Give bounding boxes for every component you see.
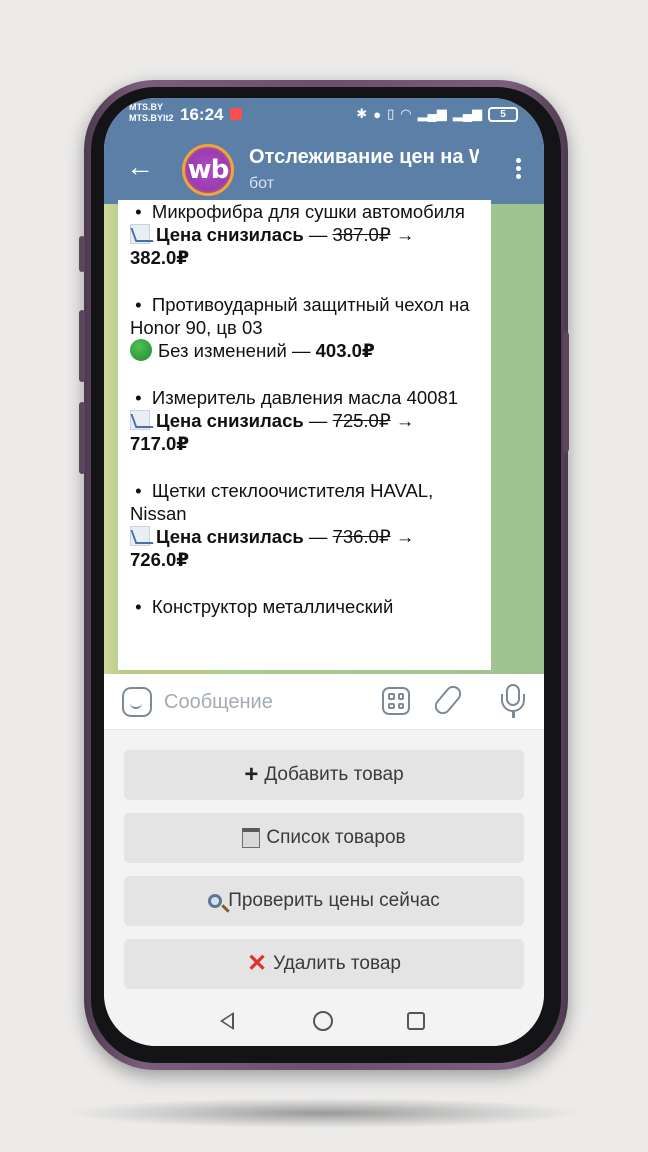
avatar[interactable]: wb <box>182 144 234 196</box>
item-list-button[interactable]: Список товаров <box>124 813 524 863</box>
wifi-icon: ◠ <box>400 106 412 121</box>
cross-mark-icon: ✕ <box>247 950 268 977</box>
microphone-icon[interactable] <box>501 682 525 722</box>
chat-area[interactable]: • Микрофибра для сушки автомобиля Цена с… <box>104 200 544 762</box>
phone-screen: MTS.BY MTS.BYlt2 16:24 ✱ ● ▯ ◠ ▂▄▆ ▂▄▆ 5… <box>104 98 544 1046</box>
item-status: Цена снизилась <box>156 410 304 431</box>
magnifier-icon <box>208 894 223 908</box>
carrier-2: MTS.BYlt2 <box>129 113 174 123</box>
new-price: 726.0₽ <box>130 549 190 570</box>
plus-icon: + <box>244 761 259 788</box>
nav-home-icon[interactable] <box>313 1011 333 1031</box>
paperclip-icon[interactable] <box>431 682 465 718</box>
new-price: 717.0₽ <box>130 433 190 454</box>
old-price: 725.0₽ <box>332 410 391 431</box>
system-nav-bar <box>104 1000 544 1046</box>
nav-back-icon[interactable] <box>220 1012 234 1030</box>
check-prices-label: Проверить цены сейчас <box>228 890 440 911</box>
avatar-text: wb <box>187 155 230 185</box>
side-button <box>79 236 85 272</box>
clipboard-icon <box>242 828 261 848</box>
item-list-label: Список товаров <box>266 827 406 848</box>
location-icon: ● <box>373 106 382 122</box>
chat-header: ← wb Отслеживание цен на WB бот <box>104 132 544 204</box>
signal-icon: ▂▄▆ <box>417 106 447 121</box>
add-item-label: Добавить товар <box>264 764 404 785</box>
item-name: • Конструктор металлический <box>135 596 394 617</box>
status-icons: ✱ ● ▯ ◠ ▂▄▆ ▂▄▆ 5 <box>356 106 518 122</box>
arrow-left-icon[interactable]: ← <box>126 152 154 182</box>
price: 403.0₽ <box>315 340 375 361</box>
item-status: Цена снизилась <box>156 224 304 245</box>
battery-icon: 5 <box>488 106 518 122</box>
item-status: Без изменений <box>158 340 287 361</box>
item-status: Цена снизилась <box>156 526 304 547</box>
chart-decreasing-icon <box>130 526 150 546</box>
delete-item-button[interactable]: ✕ Удалить товар <box>124 939 524 989</box>
green-circle-icon <box>130 339 152 361</box>
message-input[interactable] <box>164 686 364 718</box>
more-vertical-icon[interactable] <box>516 158 522 180</box>
status-time: 16:24 <box>180 105 224 124</box>
phone-shadow <box>70 1098 578 1128</box>
item-name: • Щетки стеклоочистителя HAVAL, Nissan <box>130 480 434 524</box>
list-item: • Микрофибра для сушки автомобиля Цена с… <box>130 200 479 269</box>
bot-keyboard: + Добавить товар Список товаров Проверит… <box>104 730 544 1000</box>
carrier-labels: MTS.BY MTS.BYlt2 <box>129 102 174 124</box>
side-button <box>79 402 85 474</box>
bot-keyboard-icon[interactable] <box>382 687 410 715</box>
list-item: • Щетки стеклоочистителя HAVAL, Nissan Ц… <box>130 479 479 571</box>
new-price: 382.0₽ <box>130 247 190 268</box>
old-price: 387.0₽ <box>332 224 391 245</box>
status-bar: MTS.BY MTS.BYlt2 16:24 ✱ ● ▯ ◠ ▂▄▆ ▂▄▆ 5 <box>104 98 544 132</box>
alarm-icon <box>230 108 242 120</box>
list-item: • Конструктор металлический <box>130 595 479 618</box>
power-button <box>563 332 569 452</box>
chat-subtitle: бот <box>249 175 275 192</box>
list-item: • Измеритель давления масла 40081 Цена с… <box>130 386 479 455</box>
message-composer <box>104 674 544 730</box>
side-button <box>79 310 85 382</box>
carrier-1: MTS.BY <box>129 102 164 112</box>
vibrate-icon: ▯ <box>387 106 395 121</box>
bluetooth-icon: ✱ <box>356 106 368 121</box>
chart-decreasing-icon <box>130 410 150 430</box>
signal-icon: ▂▄▆ <box>452 106 482 121</box>
old-price: 736.0₽ <box>332 526 391 547</box>
sticker-icon[interactable] <box>122 687 152 717</box>
nav-recents-icon[interactable] <box>407 1012 425 1030</box>
chat-title[interactable]: Отслеживание цен на WB <box>249 146 479 169</box>
check-prices-button[interactable]: Проверить цены сейчас <box>124 876 524 926</box>
item-name: • Измеритель давления масла 40081 <box>135 387 459 408</box>
list-item: • Противоударный защитный чехол на Honor… <box>130 293 479 362</box>
chart-decreasing-icon <box>130 224 150 244</box>
add-item-button[interactable]: + Добавить товар <box>124 750 524 800</box>
item-name: • Микрофибра для сушки автомобиля <box>135 201 465 222</box>
item-name: • Противоударный защитный чехол на Honor… <box>130 294 470 338</box>
message-bubble: • Микрофибра для сушки автомобиля Цена с… <box>118 200 491 670</box>
delete-item-label: Удалить товар <box>273 953 401 974</box>
